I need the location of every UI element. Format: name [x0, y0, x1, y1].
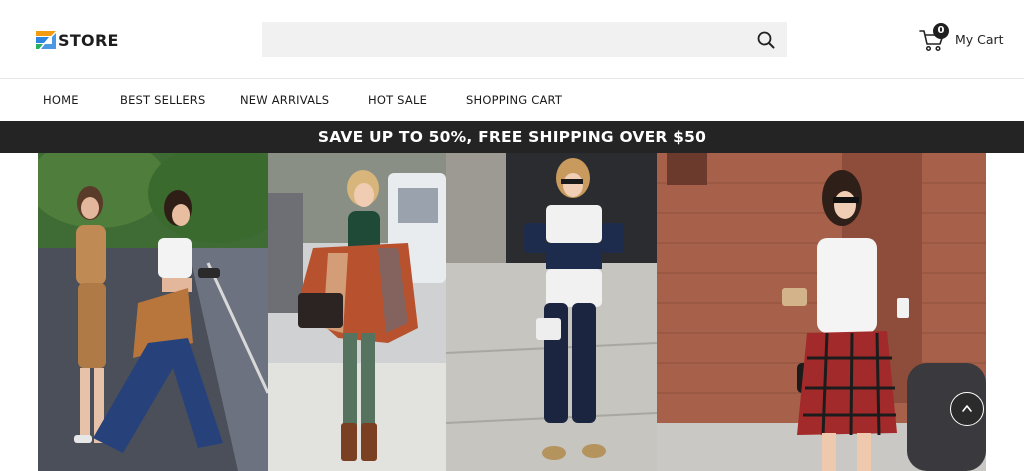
- search-icon: [757, 31, 775, 49]
- banner-photo-1: [38, 153, 268, 471]
- store-logo[interactable]: STORE: [35, 29, 119, 51]
- search-bar: [262, 22, 787, 57]
- hero-banner[interactable]: [38, 153, 986, 471]
- nav-item-hot-sale[interactable]: HOT SALE: [368, 93, 427, 107]
- search-input[interactable]: [262, 22, 742, 57]
- promo-banner: SAVE UP TO 50%, FREE SHIPPING OVER $50: [0, 121, 1024, 153]
- banner-photo-3: [446, 153, 657, 471]
- cart-count-badge: 0: [933, 23, 949, 39]
- chevron-up-icon: [962, 405, 972, 412]
- nav-item-best-sellers[interactable]: BEST SELLERS: [120, 93, 205, 107]
- logo-mark-icon: [36, 31, 56, 49]
- site-header: STORE 0 My Cart: [0, 0, 1024, 79]
- main-navigation: HOME BEST SELLERS NEW ARRIVALS HOT SALE …: [0, 79, 1024, 121]
- nav-item-shopping-cart[interactable]: SHOPPING CART: [466, 93, 562, 107]
- cart-icon-wrapper: 0: [918, 23, 949, 53]
- banner-photo-4: [657, 153, 986, 471]
- banner-photo-2: [268, 153, 446, 471]
- scroll-to-top-button[interactable]: [950, 392, 984, 426]
- nav-item-new-arrivals[interactable]: NEW ARRIVALS: [240, 93, 329, 107]
- nav-item-home[interactable]: HOME: [43, 93, 79, 107]
- cart-link[interactable]: 0 My Cart: [918, 23, 1004, 54]
- search-button[interactable]: [755, 29, 777, 51]
- cart-label: My Cart: [955, 31, 1004, 47]
- logo-text: STORE: [58, 30, 119, 50]
